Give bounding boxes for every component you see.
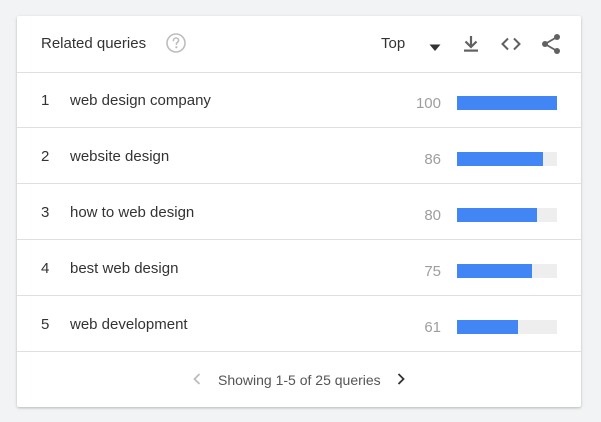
card-header: Related queries Top — [17, 16, 581, 73]
query-rank: 5 — [41, 316, 50, 333]
query-rank: 4 — [41, 260, 50, 277]
value-bar-track — [457, 320, 557, 334]
value-bar-fill — [457, 208, 537, 222]
query-rank: 3 — [41, 204, 50, 221]
query-text[interactable]: how to web design — [70, 204, 194, 222]
pagination-status: Showing 1-5 of 25 queries — [218, 372, 381, 388]
value-bar-track — [457, 208, 557, 222]
next-page-button[interactable] — [391, 369, 411, 389]
query-text[interactable]: web design company — [70, 92, 211, 110]
code-embed-icon — [499, 37, 523, 60]
query-row[interactable]: 3 how to web design 80 — [17, 184, 581, 240]
query-row[interactable]: 2 website design 86 — [17, 128, 581, 184]
value-bar-track — [457, 264, 557, 278]
value-bar-fill — [457, 264, 532, 278]
value-bar-fill — [457, 96, 557, 110]
widget-title: Related queries — [41, 35, 147, 52]
query-value: 80 — [424, 207, 441, 224]
share-button[interactable] — [539, 32, 563, 56]
query-rank: 1 — [41, 92, 50, 109]
caret-down-icon — [429, 39, 441, 51]
help-circle-icon[interactable] — [166, 33, 186, 53]
query-value: 61 — [424, 319, 441, 336]
query-rank: 2 — [41, 148, 50, 165]
embed-button[interactable] — [499, 32, 523, 56]
value-bar-track — [457, 152, 557, 166]
query-row[interactable]: 4 best web design 75 — [17, 240, 581, 296]
query-text[interactable]: web development — [70, 316, 188, 334]
sort-select-value: Top — [381, 35, 406, 52]
download-button[interactable] — [459, 32, 483, 56]
query-text[interactable]: best web design — [70, 260, 178, 278]
value-bar-fill — [457, 152, 543, 166]
value-bar-fill — [457, 320, 518, 334]
query-text[interactable]: website design — [70, 148, 169, 166]
query-value: 100 — [415, 95, 441, 112]
query-row[interactable]: 5 web development 61 — [17, 296, 581, 352]
chevron-right-icon — [391, 373, 411, 393]
share-icon — [539, 34, 563, 60]
query-list: 1 web design company 100 2 website desig… — [17, 72, 581, 352]
query-row[interactable]: 1 web design company 100 — [17, 72, 581, 128]
sort-select[interactable]: Top — [381, 33, 443, 55]
query-value: 86 — [424, 151, 441, 168]
pagination: Showing 1-5 of 25 queries — [17, 352, 581, 407]
related-queries-card: Related queries Top 1 web design company… — [17, 16, 581, 407]
download-icon — [459, 36, 483, 60]
chevron-left-icon — [187, 373, 207, 393]
previous-page-button[interactable] — [187, 369, 207, 389]
value-bar-track — [457, 96, 557, 110]
query-value: 75 — [424, 263, 441, 280]
